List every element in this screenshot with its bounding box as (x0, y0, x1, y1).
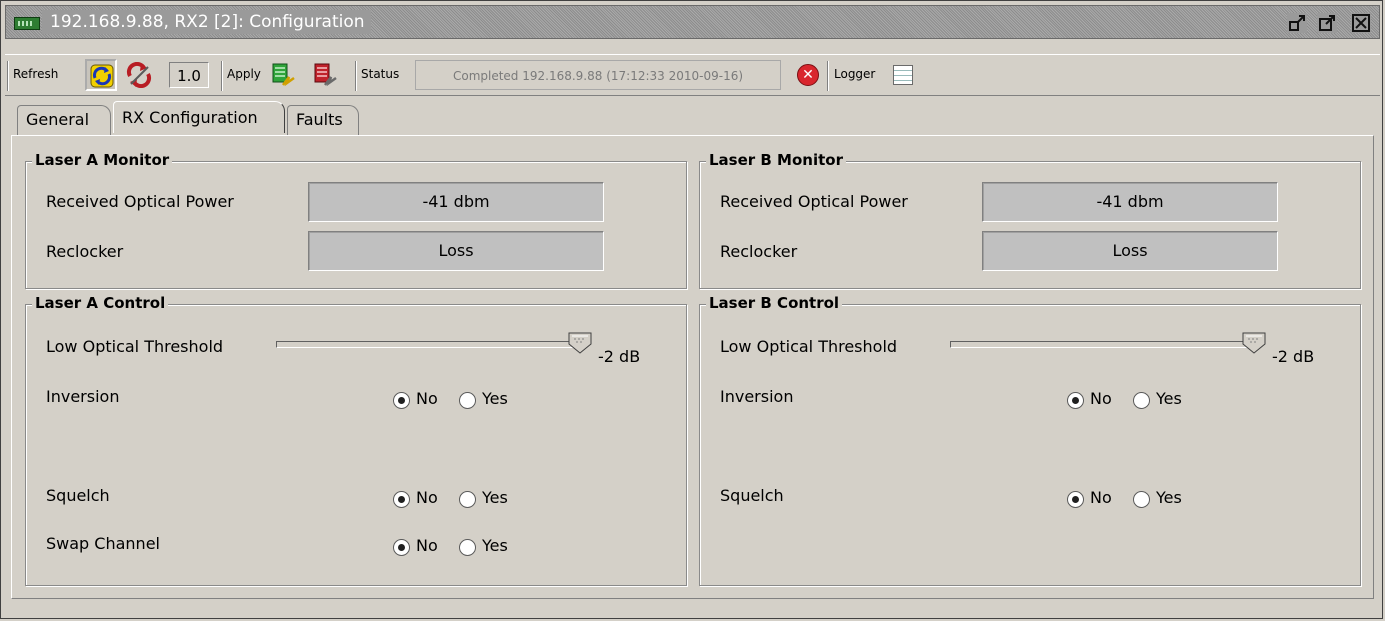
refresh-icon (90, 64, 114, 88)
group-title: Laser A Monitor (32, 151, 173, 169)
received-power-value: -41 dbm (982, 182, 1278, 222)
group-title: Laser B Monitor (706, 151, 846, 169)
device-card-icon (14, 17, 40, 30)
squelch-label: Squelch (720, 486, 784, 505)
toolbar: Refresh 1.0 Apply Status Completed 192.1… (5, 54, 1380, 96)
cancel-status-icon[interactable]: ✕ (797, 64, 819, 86)
inversion-no-label: No (416, 389, 438, 408)
inversion-no-radio[interactable] (393, 392, 410, 409)
apply-label: Apply (227, 67, 261, 81)
threshold-value: -2 dB (598, 347, 641, 366)
threshold-slider-track[interactable] (950, 341, 1250, 348)
logger-label: Logger (834, 67, 876, 81)
title-bar[interactable]: 192.168.9.88, RX2 [2]: Configuration (5, 5, 1380, 39)
laser-a-monitor-group: Laser A Monitor Received Optical Power -… (25, 151, 687, 289)
apply-green-icon (272, 63, 295, 87)
window-title: 192.168.9.88, RX2 [2]: Configuration (42, 10, 371, 34)
laser-b-monitor-group: Laser B Monitor Received Optical Power -… (699, 151, 1361, 289)
threshold-label: Low Optical Threshold (46, 337, 224, 356)
toolbar-separator (7, 61, 9, 91)
received-power-label: Received Optical Power (720, 192, 908, 211)
threshold-slider-thumb[interactable] (568, 332, 592, 354)
auto-refresh-off-button[interactable] (123, 59, 155, 91)
logger-icon[interactable] (893, 65, 913, 85)
tab-general[interactable]: General (17, 105, 111, 135)
maximize-icon[interactable] (1317, 13, 1337, 33)
refresh-label: Refresh (13, 67, 59, 81)
inversion-yes-radio[interactable] (1133, 392, 1150, 409)
inversion-yes-label: Yes (1156, 389, 1182, 408)
threshold-label: Low Optical Threshold (720, 337, 898, 356)
auto-refresh-on-button[interactable] (85, 59, 117, 91)
squelch-no-radio[interactable] (1067, 491, 1084, 508)
inversion-yes-radio[interactable] (459, 392, 476, 409)
laser-a-control-group: Laser A Control Low Optical Threshold -2… (25, 294, 687, 586)
inversion-yes-label: Yes (482, 389, 508, 408)
reclocker-value: Loss (982, 231, 1278, 271)
refresh-interval-field[interactable]: 1.0 (169, 62, 209, 88)
threshold-slider-thumb[interactable] (1242, 332, 1266, 354)
status-field: Completed 192.168.9.88 (17:12:33 2010-09… (415, 60, 781, 90)
group-title: Laser B Control (706, 294, 843, 312)
threshold-slider-track[interactable] (276, 341, 576, 348)
toolbar-separator (355, 61, 357, 91)
restore-icon[interactable] (1287, 13, 1307, 33)
squelch-label: Squelch (46, 486, 110, 505)
inversion-label: Inversion (46, 387, 120, 406)
group-title: Laser A Control (32, 294, 169, 312)
squelch-yes-radio[interactable] (1133, 491, 1150, 508)
toolbar-separator (827, 61, 829, 91)
reclocker-label: Reclocker (720, 242, 798, 261)
apply-red-icon (314, 63, 337, 87)
squelch-yes-label: Yes (1156, 488, 1182, 507)
squelch-no-radio[interactable] (393, 491, 410, 508)
received-power-value: -41 dbm (308, 182, 604, 222)
received-power-label: Received Optical Power (46, 192, 234, 211)
tab-rx-configuration[interactable]: RX Configuration (113, 101, 285, 133)
status-label: Status (361, 67, 400, 81)
tab-faults[interactable]: Faults (287, 105, 359, 135)
swap-no-radio[interactable] (393, 539, 410, 556)
reclocker-value: Loss (308, 231, 604, 271)
squelch-yes-label: Yes (482, 488, 508, 507)
reclocker-label: Reclocker (46, 242, 124, 261)
squelch-no-label: No (416, 488, 438, 507)
squelch-yes-radio[interactable] (459, 491, 476, 508)
configuration-window: 192.168.9.88, RX2 [2]: Configuration Ref… (0, 0, 1383, 619)
refresh-stop-icon (126, 62, 152, 88)
squelch-no-label: No (1090, 488, 1112, 507)
laser-b-control-group: Laser B Control Low Optical Threshold -2… (699, 294, 1361, 586)
swap-yes-label: Yes (482, 536, 508, 555)
apply-all-button[interactable] (269, 61, 297, 89)
inversion-label: Inversion (720, 387, 794, 406)
swap-no-label: No (416, 536, 438, 555)
close-icon[interactable] (1351, 13, 1371, 33)
inversion-no-radio[interactable] (1067, 392, 1084, 409)
swap-yes-radio[interactable] (459, 539, 476, 556)
toolbar-separator (221, 61, 223, 91)
inversion-no-label: No (1090, 389, 1112, 408)
threshold-value: -2 dB (1272, 347, 1315, 366)
swap-channel-label: Swap Channel (46, 534, 160, 553)
apply-selected-button[interactable] (311, 61, 339, 89)
